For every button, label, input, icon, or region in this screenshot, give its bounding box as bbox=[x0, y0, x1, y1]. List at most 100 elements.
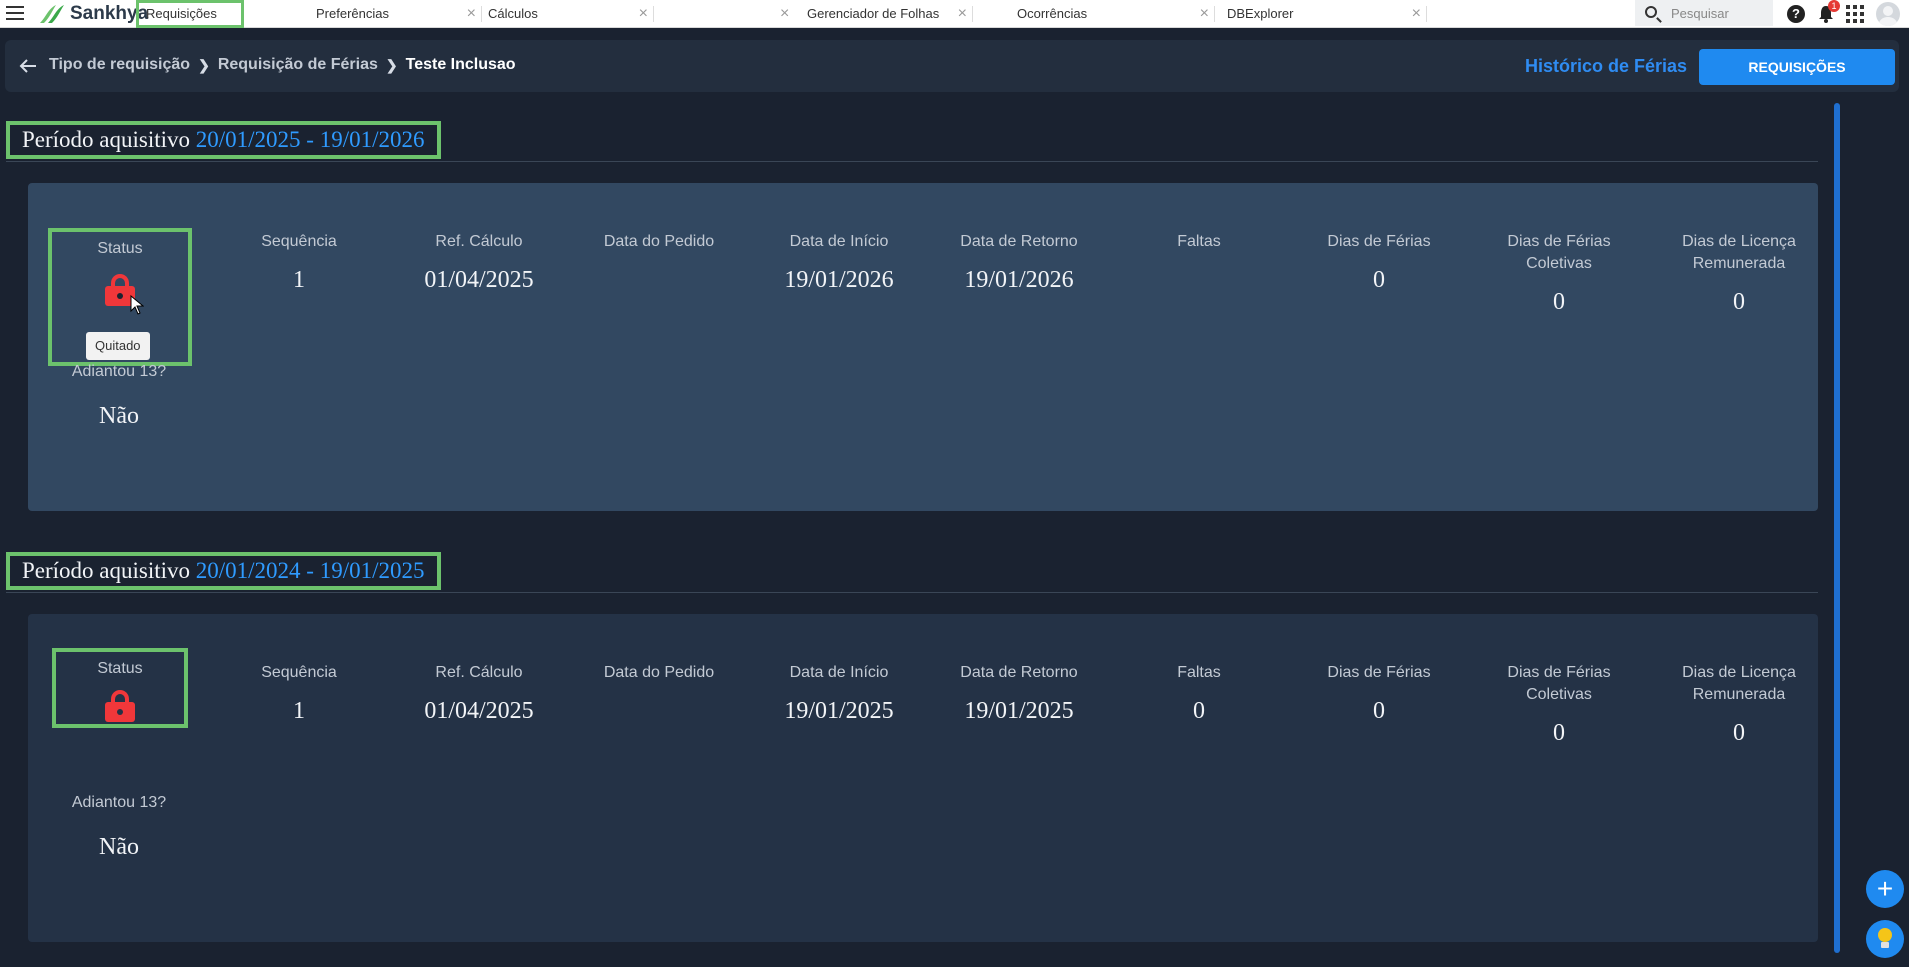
adiantou13-value: Não bbox=[99, 834, 139, 860]
col-data-inicio-header: Data de Início bbox=[789, 233, 889, 250]
tab-requisicoes[interactable]: Requisições bbox=[136, 0, 244, 28]
col-data-inicio-header: Data de Início bbox=[789, 664, 889, 681]
search-icon bbox=[1645, 6, 1657, 18]
breadcrumb: Tipo de requisição ❯ Requisição de Féria… bbox=[49, 56, 516, 74]
period-label: Período aquisitivo bbox=[22, 558, 191, 583]
col-sequencia: Sequência 1 bbox=[224, 231, 374, 294]
close-icon[interactable]: × bbox=[958, 0, 967, 28]
top-bar: Sankhya Requisições Preferências × Cálcu… bbox=[0, 0, 1909, 28]
lightbulb-base bbox=[1881, 942, 1889, 948]
close-icon[interactable]: × bbox=[1412, 0, 1421, 28]
col-status-header: Status bbox=[97, 240, 143, 257]
col-faltas: Faltas bbox=[1124, 231, 1274, 267]
search-input[interactable] bbox=[1671, 4, 1767, 22]
col-ref-calculo: Ref. Cálculo 01/04/2025 bbox=[404, 231, 554, 294]
col-dias-ferias-coletivas: Dias de Férias Coletivas 0 bbox=[1484, 662, 1634, 747]
tab-divider bbox=[1426, 6, 1427, 22]
tab-calculos[interactable]: Cálculos × bbox=[478, 0, 654, 28]
dias-ferias-value: 0 bbox=[1373, 267, 1385, 293]
col-data-retorno: Data de Retorno 19/01/2025 bbox=[944, 662, 1094, 725]
tab-divider bbox=[1214, 6, 1215, 22]
col-dias-ferias-coletivas-header: Dias de Férias Coletivas bbox=[1507, 664, 1611, 703]
breadcrumb-current: Teste Inclusao bbox=[405, 56, 516, 73]
col-data-retorno: Data de Retorno 19/01/2026 bbox=[944, 231, 1094, 294]
period-range: 20/01/2024 - 19/01/2025 bbox=[195, 558, 425, 583]
historico-ferias-link[interactable]: Histórico de Férias bbox=[1525, 56, 1687, 77]
requisicoes-button[interactable]: REQUISIÇÕES bbox=[1699, 49, 1895, 85]
close-icon[interactable]: × bbox=[639, 0, 648, 28]
help-icon[interactable]: ? bbox=[1787, 5, 1805, 23]
dias-ferias-coletivas-value: 0 bbox=[1553, 720, 1565, 746]
col-data-pedido-header: Data do Pedido bbox=[603, 664, 715, 681]
chevron-right-icon: ❯ bbox=[198, 56, 210, 73]
period-title: Período aquisitivo 20/01/2024 - 19/01/20… bbox=[6, 552, 441, 590]
col-dias-ferias: Dias de Férias 0 bbox=[1304, 662, 1454, 725]
col-adiantou13-header: Adiantou 13? bbox=[71, 794, 167, 811]
brand-logo[interactable]: Sankhya bbox=[36, 2, 148, 26]
tab-label: DBExplorer bbox=[1227, 6, 1294, 21]
apps-grid-icon[interactable] bbox=[1846, 5, 1864, 23]
breadcrumb-tipo-requisicao[interactable]: Tipo de requisição bbox=[49, 56, 190, 74]
col-dias-licenca: Dias de Licença Remunerada 0 bbox=[1664, 662, 1814, 747]
close-icon[interactable]: × bbox=[1200, 0, 1209, 28]
adiantou13-value: Não bbox=[99, 403, 139, 429]
tab-label: Gerenciador de Folhas bbox=[807, 6, 940, 21]
add-button[interactable]: + bbox=[1866, 870, 1904, 908]
col-sequencia: Sequência 1 bbox=[224, 662, 374, 725]
scrollbar[interactable] bbox=[1834, 103, 1840, 953]
status-tooltip: Quitado bbox=[86, 332, 150, 360]
col-faltas: Faltas 0 bbox=[1124, 662, 1274, 725]
col-dias-licenca: Dias de Licença Remunerada 0 bbox=[1664, 231, 1814, 316]
col-dias-ferias-coletivas-header: Dias de Férias Coletivas bbox=[1507, 233, 1611, 272]
lightbulb-icon bbox=[1878, 928, 1892, 942]
breadcrumb-requisicao-ferias[interactable]: Requisição de Férias bbox=[218, 56, 378, 74]
tab-gerenciador-de-folhas[interactable]: Gerenciador de Folhas × bbox=[797, 0, 973, 28]
tab-ocorrencias[interactable]: Ocorrências × bbox=[1007, 0, 1215, 28]
menu-icon[interactable] bbox=[6, 6, 24, 22]
period-card: Status Quitado Sequência 1 Ref. Cálculo … bbox=[28, 183, 1818, 511]
dias-licenca-value: 0 bbox=[1733, 289, 1745, 315]
dias-licenca-value: 0 bbox=[1733, 720, 1745, 746]
col-ref-calculo: Ref. Cálculo 01/04/2025 bbox=[404, 662, 554, 725]
page-header: Tipo de requisição ❯ Requisição de Féria… bbox=[5, 40, 1899, 92]
col-adiantou13-header: Adiantou 13? bbox=[71, 363, 167, 380]
period-title: Período aquisitivo 20/01/2025 - 19/01/20… bbox=[6, 121, 441, 159]
col-data-inicio: Data de Início 19/01/2026 bbox=[764, 231, 914, 294]
col-dias-ferias-coletivas: Dias de Férias Coletivas 0 bbox=[1484, 231, 1634, 316]
col-adiantou13: Adiantou 13? Não bbox=[44, 363, 194, 430]
data-retorno-value: 19/01/2026 bbox=[964, 267, 1074, 293]
close-icon[interactable]: × bbox=[467, 0, 476, 28]
sequencia-value: 1 bbox=[293, 267, 305, 293]
search-box[interactable] bbox=[1635, 0, 1773, 26]
tab-label: Requisições bbox=[146, 6, 217, 21]
col-ref-calculo-header: Ref. Cálculo bbox=[435, 664, 523, 681]
data-inicio-value: 19/01/2025 bbox=[784, 698, 894, 724]
data-retorno-value: 19/01/2025 bbox=[964, 698, 1074, 724]
col-ref-calculo-header: Ref. Cálculo bbox=[435, 233, 523, 250]
tab-dbexplorer[interactable]: DBExplorer × bbox=[1217, 0, 1427, 28]
ideas-button[interactable] bbox=[1866, 920, 1904, 958]
dias-ferias-coletivas-value: 0 bbox=[1553, 289, 1565, 315]
status-highlight: Status bbox=[52, 648, 188, 728]
tab-preferencias[interactable]: Preferências × bbox=[306, 0, 482, 28]
divider bbox=[6, 161, 1818, 162]
col-faltas-header: Faltas bbox=[1177, 664, 1221, 681]
period-label: Período aquisitivo bbox=[22, 127, 191, 152]
col-sequencia-header: Sequência bbox=[261, 233, 337, 250]
tab-label: Ocorrências bbox=[1017, 6, 1088, 21]
dias-ferias-value: 0 bbox=[1373, 698, 1385, 724]
avatar[interactable] bbox=[1876, 2, 1900, 26]
close-icon[interactable]: × bbox=[780, 0, 789, 28]
sequencia-value: 1 bbox=[293, 698, 305, 724]
col-faltas-header: Faltas bbox=[1177, 233, 1221, 250]
col-adiantou13: Adiantou 13? Não bbox=[44, 794, 194, 861]
mouse-cursor-icon bbox=[130, 295, 144, 315]
col-dias-licenca-header: Dias de Licença Remunerada bbox=[1682, 664, 1796, 703]
col-sequencia-header: Sequência bbox=[261, 664, 337, 681]
period-range: 20/01/2025 - 19/01/2026 bbox=[195, 127, 425, 152]
plus-icon: + bbox=[1876, 873, 1894, 904]
back-arrow-icon[interactable] bbox=[19, 58, 37, 74]
col-dias-ferias-header: Dias de Férias bbox=[1327, 233, 1431, 250]
faltas-value: 0 bbox=[1193, 698, 1205, 724]
lock-icon[interactable] bbox=[105, 690, 135, 722]
